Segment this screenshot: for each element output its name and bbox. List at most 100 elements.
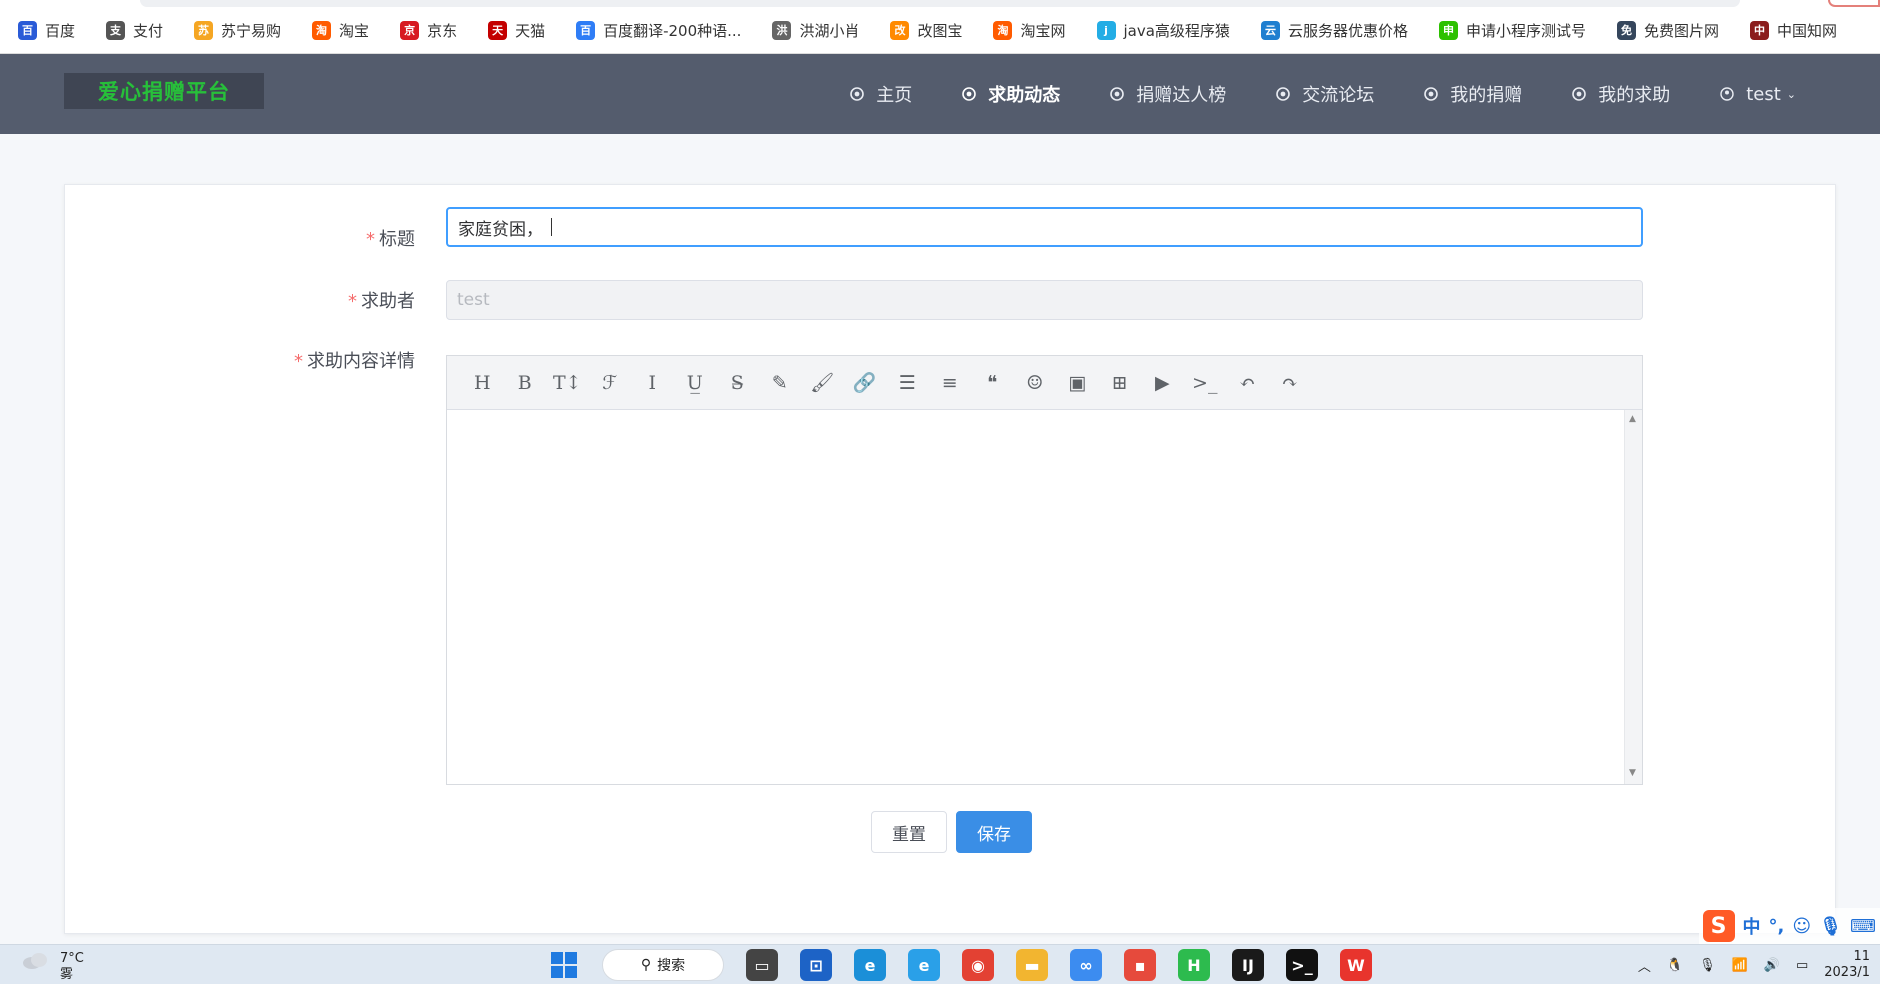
volume-icon[interactable]: 🔊 — [1764, 958, 1780, 973]
site-logo[interactable]: 爱心捐赠平台 — [64, 73, 264, 109]
highlight-icon[interactable]: ✎ — [759, 363, 802, 403]
underline-icon[interactable]: U̲ — [674, 363, 717, 403]
bookmark-item[interactable]: j java高级程序猿 — [1087, 20, 1230, 41]
taskbar-apps: ⚲ 搜索 ▭ ⊡ e e ◉ ▬ ∞ ▪ H IJ >_ W — [548, 945, 1394, 984]
nav-item-home[interactable]: 主页 — [850, 81, 912, 107]
nav-item-compass[interactable]: 求助动态 — [962, 81, 1060, 107]
taskbar-search[interactable]: ⚲ 搜索 — [602, 949, 724, 981]
wps-icon[interactable]: W — [1340, 949, 1372, 981]
chevron-down-icon: ⌄ — [1786, 87, 1796, 101]
baidu-paw-icon: 百 — [18, 20, 37, 40]
bookmark-label: 天猫 — [515, 21, 546, 40]
bookmark-item[interactable]: 百百度 — [8, 20, 75, 41]
bookmark-item[interactable]: 申申请小程序测试号 — [1429, 20, 1586, 41]
search-label: 搜索 — [657, 958, 686, 974]
bookmark-item[interactable]: 淘淘宝 — [302, 20, 369, 41]
terminal-icon[interactable]: >_ — [1286, 949, 1318, 981]
scroll-up-icon[interactable]: ▲ — [1629, 414, 1636, 424]
weather-widget[interactable]: 7°C 雾 — [22, 949, 84, 983]
quote-icon[interactable]: ❝ — [971, 363, 1014, 403]
emoji-icon[interactable]: ☺ — [1014, 363, 1057, 403]
editor-toolbar: H B T↕ ℱ I U̲ S̶ ✎ 🖌 🔗 ☰ ≡ ❝ ☺ ▣ ⊞ ▶ >_ ↶ ↷ — [447, 356, 1642, 410]
bookmark-item[interactable]: 天天猫 — [478, 20, 545, 41]
heading-icon[interactable]: H — [461, 363, 504, 403]
task-view-icon[interactable]: ▭ — [746, 949, 778, 981]
mic-icon[interactable]: 🎙 — [1699, 958, 1716, 973]
bookmark-label: 苏宁易购 — [221, 21, 282, 40]
bookmark-item[interactable]: 洪洪湖小肖 — [762, 20, 859, 41]
redo-icon[interactable]: ↷ — [1269, 363, 1312, 403]
reset-button[interactable]: 重置 — [871, 811, 947, 853]
paint-icon[interactable]: ▪ — [1124, 949, 1156, 981]
bilibili-icon: j — [1096, 20, 1116, 40]
qq-icon[interactable]: 🐧 — [1667, 958, 1683, 973]
chrome-icon[interactable]: ◉ — [962, 949, 994, 981]
bookmark-item[interactable]: 免免费图片网 — [1607, 20, 1719, 41]
link-icon[interactable]: 🔗 — [844, 363, 887, 403]
brush-icon[interactable]: 🖌 — [801, 363, 844, 403]
wifi-icon[interactable]: 📶 — [1732, 958, 1748, 973]
bookmark-item[interactable]: 中中国知网 — [1740, 20, 1837, 41]
battery-icon[interactable]: ▭ — [1796, 958, 1808, 973]
forum-icon — [1276, 87, 1291, 101]
strikethrough-icon[interactable]: S̶ — [716, 363, 759, 403]
system-tray: ︿ 🐧 🎙 📶 🔊 ▭ 11 2023/1 — [1638, 945, 1880, 984]
bookmark-item[interactable]: 云云服务器优惠价格 — [1251, 20, 1408, 41]
bookmark-label: 淘宝 — [339, 21, 370, 40]
folder-icon[interactable]: ▬ — [1016, 949, 1048, 981]
ime-emoji-icon[interactable]: ☺ — [1792, 916, 1811, 937]
nav-item-donate[interactable]: 我的捐赠 — [1424, 81, 1522, 107]
title-label: * 标题 — [366, 225, 415, 251]
draw-icon[interactable]: ∞ — [1070, 949, 1102, 981]
nav-item-label: 交流论坛 — [1302, 85, 1375, 106]
profile-button-edge[interactable] — [1828, 0, 1880, 7]
edge-icon[interactable]: e — [854, 949, 886, 981]
home-icon — [850, 87, 865, 101]
nav-item-forum[interactable]: 交流论坛 — [1276, 81, 1374, 107]
editor-content-area[interactable] — [447, 410, 1642, 784]
ie-icon[interactable]: e — [908, 949, 940, 981]
tumblr-icon: 免 — [1616, 20, 1636, 40]
intellij-icon[interactable]: IJ — [1232, 949, 1264, 981]
ime-mic-icon[interactable]: 🎙 — [1819, 916, 1842, 937]
font-family-icon[interactable]: ℱ — [589, 363, 632, 403]
weather-temperature: 7°C — [60, 951, 84, 966]
editor-scrollbar[interactable]: ▲ ▼ — [1624, 410, 1642, 784]
bookmark-item[interactable]: 百百度翻译-200种语... — [566, 20, 741, 41]
user-menu[interactable]: test ⌄ — [1720, 84, 1796, 105]
bullet-list-icon[interactable]: ☰ — [886, 363, 929, 403]
required-mark: * — [366, 229, 375, 250]
bookmark-label: 百度翻译-200种语... — [603, 21, 742, 40]
table-icon[interactable]: ⊞ — [1099, 363, 1142, 403]
video-icon[interactable]: ▶ — [1141, 363, 1184, 403]
ime-punctuation-toggle[interactable]: °, — [1769, 916, 1785, 937]
italic-icon[interactable]: I — [631, 363, 674, 403]
nav-item-grid[interactable]: 捐赠达人榜 — [1110, 81, 1226, 107]
tray-expand-icon[interactable]: ︿ — [1638, 956, 1651, 975]
align-icon[interactable]: ≡ — [929, 363, 972, 403]
undo-icon[interactable]: ↶ — [1226, 363, 1269, 403]
code-icon[interactable]: >_ — [1184, 363, 1227, 403]
ime-language-toggle[interactable]: 中 — [1743, 913, 1761, 939]
clock[interactable]: 11 2023/1 — [1824, 949, 1870, 981]
font-size-icon[interactable]: T↕ — [546, 363, 589, 403]
ime-toolbar: S 中 °, ☺ 🎙 ⌨ — [1698, 908, 1880, 944]
bookmark-item[interactable]: 改改图宝 — [880, 20, 962, 41]
hbuilder-icon[interactable]: H — [1178, 949, 1210, 981]
sogou-ime-icon[interactable]: S — [1702, 910, 1735, 942]
nav-item-help[interactable]: 我的求助 — [1572, 81, 1670, 107]
bold-icon[interactable]: B — [504, 363, 547, 403]
translate-icon: 百 — [576, 20, 596, 40]
bookmark-item[interactable]: 支支付 — [96, 20, 163, 41]
scroll-down-icon[interactable]: ▼ — [1629, 768, 1636, 778]
image-icon[interactable]: ▣ — [1056, 363, 1099, 403]
ime-keyboard-icon[interactable]: ⌨ — [1850, 916, 1876, 937]
title-input[interactable]: 家庭贫困， — [446, 207, 1643, 247]
bookmark-item[interactable]: 苏苏宁易购 — [184, 20, 281, 41]
save-button[interactable]: 保存 — [956, 811, 1032, 853]
windows-start-icon[interactable] — [548, 949, 580, 981]
bookmark-item[interactable]: 京京东 — [390, 20, 457, 41]
bookmark-item[interactable]: 淘淘宝网 — [983, 20, 1066, 41]
network-app-icon[interactable]: ⊡ — [800, 949, 832, 981]
address-bar-edge[interactable] — [140, 0, 1740, 7]
